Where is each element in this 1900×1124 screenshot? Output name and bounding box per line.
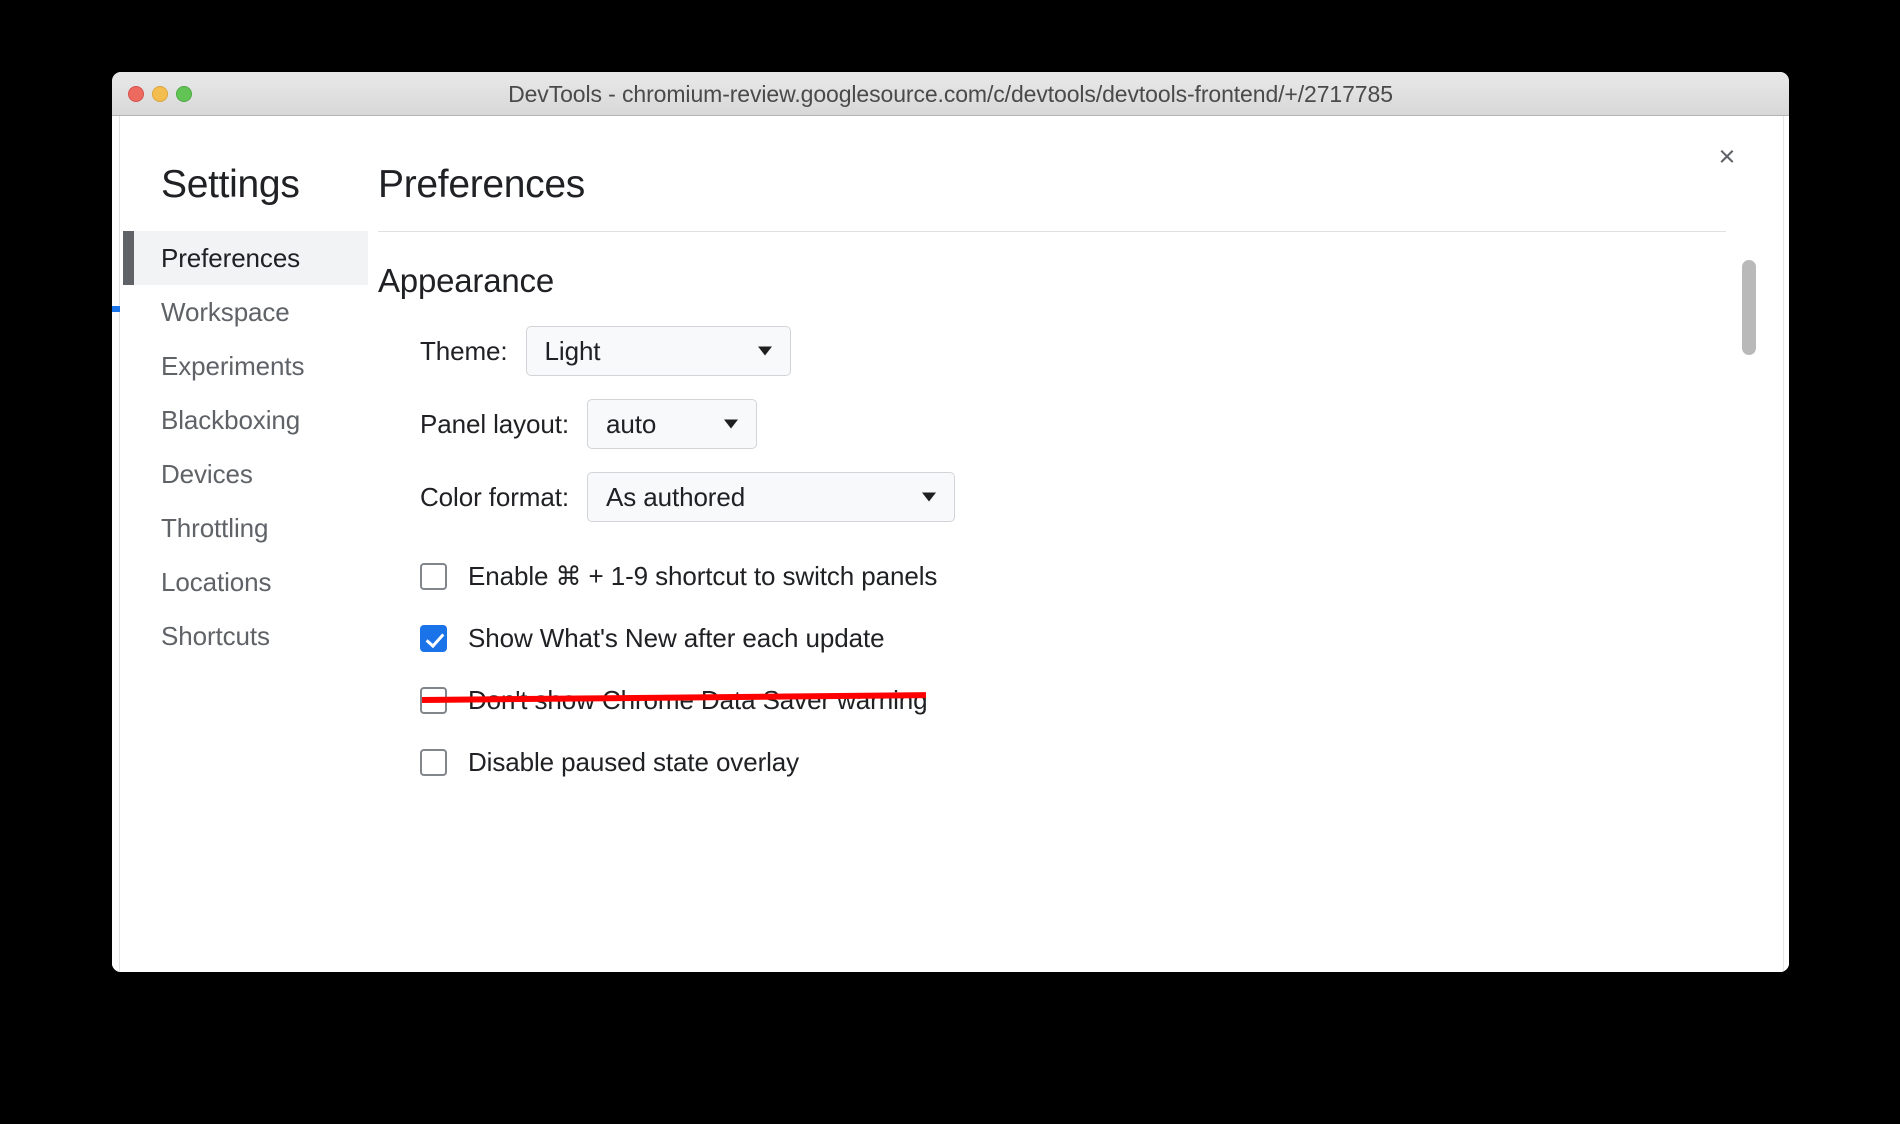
sidebar-item-label: Preferences [161,242,301,273]
sidebar-item-blackboxing[interactable]: Blackboxing [123,393,368,447]
chevron-down-icon [724,419,739,429]
content-scrollbar-thumb[interactable] [1742,260,1756,355]
checkbox-label: Disable paused state overlay [468,746,800,777]
chevron-down-icon [921,492,936,502]
sidebar-item-label: Locations [161,566,272,597]
checkbox-row-whats-new: Show What's New after each update [420,607,1726,669]
sidebar-item-throttling[interactable]: Throttling [123,501,368,555]
sidebar-item-workspace[interactable]: Workspace [123,285,368,339]
settings-body: Settings Preferences Workspace Experimen… [123,116,1778,972]
checkbox-label: Show What's New after each update [468,622,885,653]
settings-content: Preferences Appearance Theme: Light Pane… [368,116,1778,972]
color-format-select[interactable]: As authored [586,472,955,522]
checkbox-data-saver-warning[interactable] [420,686,447,714]
checkbox-whats-new[interactable] [420,624,447,652]
sidebar-item-label: Experiments [161,350,305,381]
field-row-color-format: Color format: As authored [420,472,1726,522]
window-title: DevTools - chromium-review.googlesource.… [508,80,1393,107]
sidebar-item-preferences[interactable]: Preferences [123,231,368,285]
sidebar-item-label: Devices [161,458,253,489]
field-row-panel-layout: Panel layout: auto [420,399,1726,449]
chevron-down-icon [757,346,772,356]
app-window: DevTools - chromium-review.googlesource.… [112,72,1789,972]
preferences-scroll-area[interactable]: Appearance Theme: Light Panel layout: au… [378,231,1726,917]
sidebar-item-label: Throttling [161,512,269,543]
sidebar-item-label: Workspace [161,296,290,327]
sidebar-item-experiments[interactable]: Experiments [123,339,368,393]
checkbox-paused-overlay[interactable] [420,748,447,776]
settings-sidebar-title: Settings [161,163,300,206]
field-row-theme: Theme: Light [420,326,1726,376]
checkbox-row-panel-shortcut: Enable ⌘ + 1-9 shortcut to switch panels [420,545,1726,607]
screen-background: DevTools - chromium-review.googlesource.… [0,0,1900,1124]
sidebar-item-devices[interactable]: Devices [123,447,368,501]
window-titlebar: DevTools - chromium-review.googlesource.… [112,72,1789,116]
devtools-left-rail [112,116,120,972]
checkbox-label: Don't show Chrome Data Saver warning [468,684,928,715]
settings-sidebar: Settings Preferences Workspace Experimen… [123,116,368,972]
settings-dialog: × Settings Preferences Workspace Experim… [123,116,1778,972]
devtools-shell: × Settings Preferences Workspace Experim… [112,116,1789,972]
section-title-appearance: Appearance [378,262,554,299]
theme-select-value: Light [544,335,601,366]
checkbox-label: Enable ⌘ + 1-9 shortcut to switch panels [468,560,938,591]
theme-select[interactable]: Light [525,326,791,376]
panel-layout-select-value: auto [606,408,657,439]
checkbox-row-paused-overlay: Disable paused state overlay [420,731,1726,793]
panel-layout-select[interactable]: auto [587,399,758,449]
sidebar-item-label: Blackboxing [161,404,301,435]
checkbox-panel-shortcut[interactable] [420,562,447,590]
theme-label: Theme: [420,335,508,366]
devtools-right-rail [1783,116,1789,972]
sidebar-item-label: Shortcuts [161,620,270,651]
sidebar-item-shortcuts[interactable]: Shortcuts [123,609,368,663]
sidebar-item-locations[interactable]: Locations [123,555,368,609]
color-format-select-value: As authored [605,481,746,512]
color-format-label: Color format: [420,481,569,512]
content-scrollbar[interactable] [1742,260,1756,930]
devtools-accent-marker [112,306,120,312]
checkbox-row-data-saver-warning: Don't show Chrome Data Saver warning [420,669,1726,731]
page-title: Preferences [378,163,585,206]
panel-layout-label: Panel layout: [420,408,570,439]
